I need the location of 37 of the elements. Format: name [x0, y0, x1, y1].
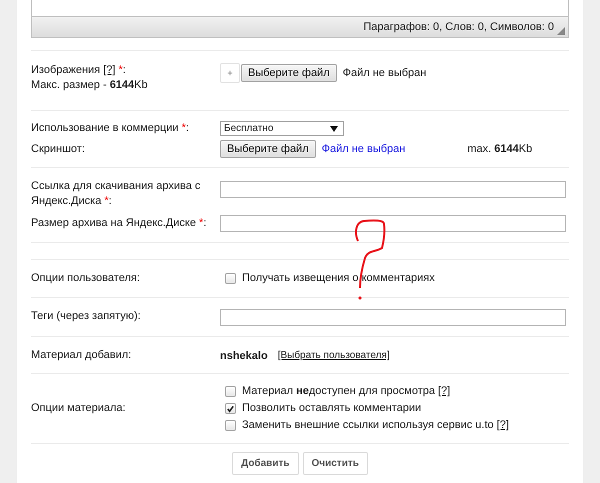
checkbox[interactable]	[225, 403, 236, 414]
checkbox-label: Позволить оставлять комментарии	[242, 401, 422, 416]
field-label: Теги (через запятую):	[31, 310, 141, 322]
checkbox-label: Материал недоступен для просмотра [?]	[242, 384, 450, 399]
form-button[interactable]: Очистить	[302, 452, 368, 475]
field-label: Опции пользователя:	[31, 272, 140, 284]
checkbox-label: Заменить внешние ссылки используя сервис u.to [?]	[242, 418, 509, 433]
dropdown-arrow-icon	[330, 126, 338, 132]
file-status: Файл не выбран	[322, 143, 406, 155]
help-link[interactable]: [?]	[496, 419, 509, 431]
field-label: Ссылка для скачивания архива с Яндекс.Диска *:	[31, 179, 202, 209]
max-size-note: max. 6144Kb	[467, 143, 532, 155]
help-link[interactable]: [?]	[438, 385, 450, 397]
add-image-button[interactable]: +	[220, 63, 240, 83]
choose-user-link[interactable]: [Выбрать пользователя]	[278, 350, 390, 361]
archive-size-input[interactable]	[220, 215, 566, 232]
choose-file-button[interactable]: Выберите файл	[220, 140, 316, 158]
form-button[interactable]: Добавить	[232, 452, 299, 475]
max-size-note: Макс. размер - 6144Kb	[31, 78, 149, 93]
resize-grip-icon[interactable]	[557, 27, 565, 35]
checkbox[interactable]	[225, 420, 236, 431]
field-label: Материал добавил:	[31, 349, 132, 361]
checkbox-label: Получать извещения о комментариях	[242, 271, 435, 286]
choose-file-button[interactable]: Выберите файл	[241, 64, 337, 82]
file-status: Файл не выбран	[342, 67, 426, 79]
field-label: Использование в коммерции *:	[31, 122, 189, 134]
tags-input[interactable]	[220, 309, 566, 326]
field-label: Опции материала:	[31, 402, 126, 414]
checkbox[interactable]	[225, 273, 236, 284]
archive-link-input[interactable]	[220, 181, 566, 198]
field-label: Изображения [?] *:	[31, 63, 127, 78]
field-label: Скриншот:	[31, 142, 85, 154]
field-label: Размер архива на Яндекс.Диске *:	[31, 217, 206, 229]
word-count: Параграфов: 0, Слов: 0, Символов: 0	[363, 21, 554, 33]
checkbox[interactable]	[225, 386, 236, 397]
author-name: nshekalo	[220, 350, 268, 362]
license-select[interactable]: Бесплатно	[220, 121, 344, 136]
